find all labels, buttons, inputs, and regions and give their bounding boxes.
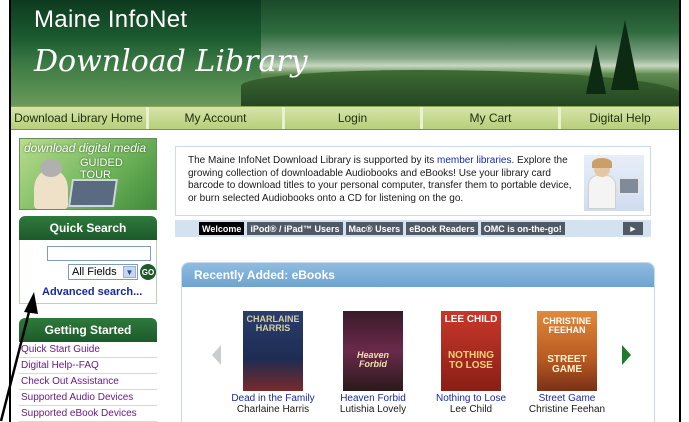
info-tabs: Welcome iPod® / iPad™ Users Mac® Users e… <box>175 220 651 237</box>
quick-search-header: Quick Search <box>19 216 157 240</box>
search-go-button[interactable]: GO <box>140 264 156 280</box>
tab-omc-on-the-go[interactable]: OMC is on-the-go! <box>480 222 565 235</box>
search-field-select[interactable]: All Fields ▼ <box>68 264 138 280</box>
promo-line1: download digital media <box>24 141 147 155</box>
laptop-image <box>68 179 118 207</box>
carousel-next-icon[interactable] <box>622 345 631 365</box>
cover-text: CHARLAINE HARRIS <box>246 314 300 333</box>
book-title-link[interactable]: Street Game <box>522 393 612 404</box>
nav-tab-login[interactable]: Login <box>285 107 423 129</box>
book-item[interactable]: Heaven Forbid Heaven Forbid Lutishia Lov… <box>328 311 418 415</box>
header-banner: Maine InfoNet Download Library <box>11 0 679 106</box>
site-logo-line1[interactable]: Maine InfoNet <box>34 6 187 34</box>
book-author: Christine Feehan <box>528 404 606 415</box>
book-cover[interactable]: CHRISTINE FEEHAN STREET GAME <box>537 311 597 391</box>
main-nav: Download Library Home My Account Login M… <box>11 106 679 130</box>
search-input[interactable] <box>47 246 151 261</box>
carousel-prev-icon[interactable] <box>212 345 221 365</box>
chevron-down-icon: ▼ <box>123 266 136 278</box>
getting-started-header: Getting Started <box>19 318 157 342</box>
book-title-link[interactable]: Nothing to Lose <box>426 393 516 404</box>
list-item[interactable]: Supported Audio Devices <box>19 390 157 406</box>
tree-image <box>586 44 606 94</box>
intro-photo <box>584 155 644 211</box>
tab-ebook-readers[interactable]: eBook Readers <box>406 222 478 235</box>
quick-search-panel: All Fields ▼ GO Advanced search... <box>19 240 157 304</box>
guided-tour-promo[interactable]: download digital media GUIDED TOUR <box>19 138 157 210</box>
book-cover[interactable]: LEE CHILD NOTHING TO LOSE <box>441 311 501 391</box>
member-libraries-link[interactable]: member libraries <box>437 155 511 166</box>
list-item[interactable]: Quick Start Guide <box>19 342 157 358</box>
tab-welcome[interactable]: Welcome <box>199 222 245 235</box>
advanced-search-link[interactable]: Advanced search... <box>42 286 142 298</box>
list-item[interactable]: Check Out Assistance <box>19 374 157 390</box>
book-cover[interactable]: Heaven Forbid <box>343 311 403 391</box>
book-author: Charlaine Harris <box>236 404 310 415</box>
intro-panel: The Maine InfoNet Download Library is su… <box>175 146 651 216</box>
promo-line2: GUIDED TOUR <box>80 157 123 181</box>
photo-body <box>588 175 616 209</box>
nav-tab-my-account[interactable]: My Account <box>149 107 285 129</box>
site-logo-line2[interactable]: Download Library <box>34 44 308 79</box>
photo-hair <box>592 158 612 168</box>
book-title-link[interactable]: Heaven Forbid <box>328 393 418 404</box>
tree-image <box>611 20 639 90</box>
search-field-select-value: All Fields <box>72 266 117 278</box>
getting-started-list: Quick Start Guide Digital Help--FAQ Chec… <box>19 342 157 422</box>
recently-added-panel: Recently Added: eBooks CHARLAINE HARRIS … <box>181 262 655 422</box>
book-author: Lutishia Lovely <box>339 404 407 415</box>
book-title-link[interactable]: Dead in the Family <box>228 393 318 404</box>
book-item[interactable]: CHARLAINE HARRIS Dead in the Family Char… <box>228 311 318 415</box>
page-frame: Maine InfoNet Download Library Download … <box>9 0 681 422</box>
cover-text: STREET GAME <box>547 354 587 375</box>
tab-mac-users[interactable]: Mac® Users <box>345 222 404 235</box>
recently-added-header: Recently Added: eBooks <box>182 263 654 287</box>
book-author: Lee Child <box>449 404 493 415</box>
book-item[interactable]: CHRISTINE FEEHAN STREET GAME Street Game… <box>522 311 612 415</box>
cover-text: LEE CHILD <box>444 314 498 325</box>
cover-text: CHRISTINE FEEHAN <box>542 316 592 335</box>
cover-text: Heaven Forbid <box>356 350 390 369</box>
nav-tab-digital-help[interactable]: Digital Help <box>561 107 679 129</box>
nav-tab-home[interactable]: Download Library Home <box>11 107 149 129</box>
photo-computer <box>618 177 640 195</box>
intro-text: The Maine InfoNet Download Library is su… <box>188 155 578 205</box>
person-image <box>34 159 68 209</box>
book-cover[interactable]: CHARLAINE HARRIS <box>243 311 303 391</box>
list-item[interactable]: Supported eBook Devices <box>19 406 157 422</box>
list-item[interactable]: Digital Help--FAQ <box>19 358 157 374</box>
play-icon[interactable]: ▶ <box>623 222 643 235</box>
intro-text-before: The Maine InfoNet Download Library is su… <box>188 155 438 166</box>
book-item[interactable]: LEE CHILD NOTHING TO LOSE Nothing to Los… <box>426 311 516 415</box>
tab-ipod-ipad-users[interactable]: iPod® / iPad™ Users <box>247 222 343 235</box>
cover-text: NOTHING TO LOSE <box>447 350 495 371</box>
nav-tab-my-cart[interactable]: My Cart <box>423 107 561 129</box>
